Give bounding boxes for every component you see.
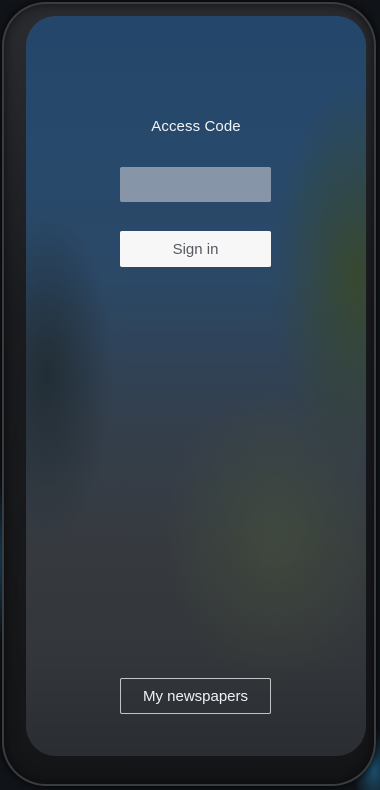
my-newspapers-button[interactable]: My newspapers bbox=[120, 678, 271, 714]
access-code-label: Access Code bbox=[151, 118, 241, 135]
app-screen: Access Code Sign in My newspapers bbox=[26, 16, 366, 756]
access-code-input[interactable] bbox=[120, 167, 271, 202]
sign-in-button[interactable]: Sign in bbox=[120, 231, 271, 267]
